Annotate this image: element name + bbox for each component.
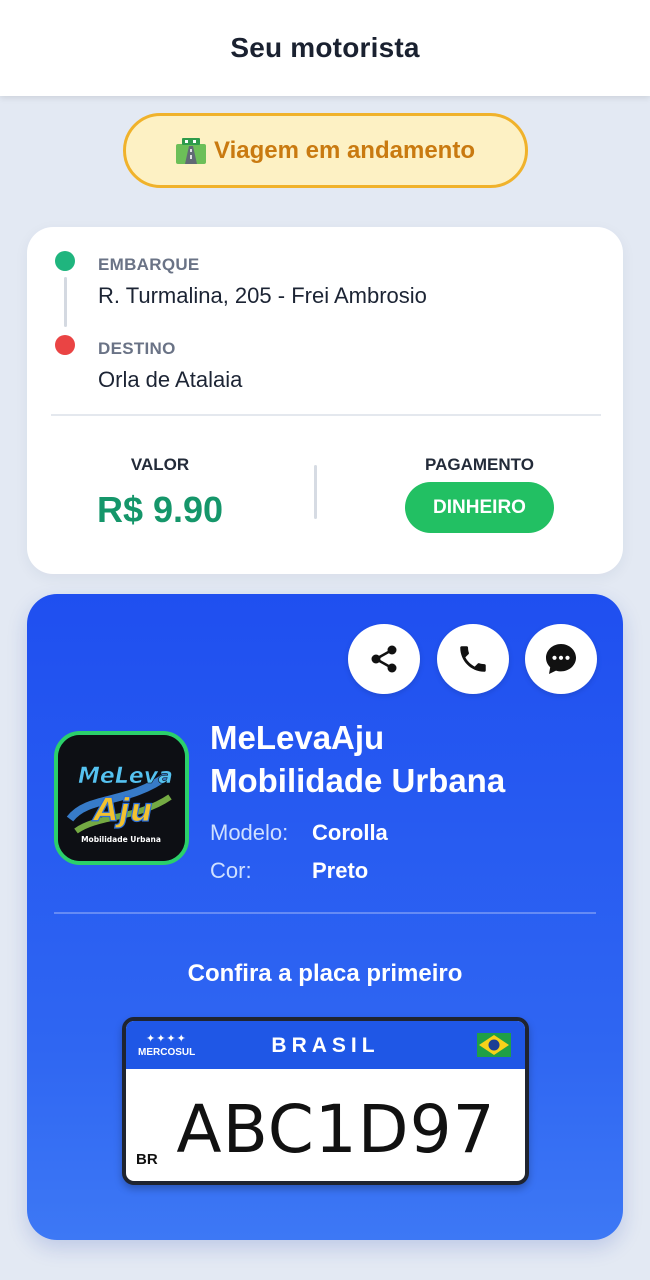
- chat-button[interactable]: [525, 624, 597, 694]
- plate-header: ✦✦✦✦ MERCOSUL BRASIL: [126, 1021, 525, 1069]
- plate-number: ABC1D97: [176, 1091, 496, 1168]
- route-connector: [64, 277, 67, 327]
- page-title: Seu motorista: [230, 32, 420, 63]
- route-card: EMBARQUE R. Turmalina, 205 - Frei Ambros…: [27, 227, 623, 574]
- plate-country-code: BR: [136, 1151, 158, 1168]
- top-bar: Seu motorista: [0, 0, 650, 96]
- road-icon: [176, 137, 206, 164]
- phone-icon: [460, 646, 486, 672]
- company-logo: MeLeva Aju Mobilidade Urbana: [54, 731, 189, 865]
- company-name-line1: MeLevaAju: [210, 719, 385, 756]
- company-logo-image: MeLeva Aju Mobilidade Urbana: [58, 735, 185, 861]
- color-label: Cor:: [210, 858, 252, 883]
- fare-value: R$ 9.90: [96, 489, 224, 530]
- license-plate: ✦✦✦✦ MERCOSUL BRASIL BR ABC1D97: [122, 1017, 529, 1185]
- trip-status-badge: Viagem em andamento: [123, 113, 528, 188]
- company-name: MeLevaAju Mobilidade Urbana: [210, 716, 610, 802]
- destination-label: DESTINO: [98, 339, 176, 358]
- share-icon: [371, 645, 397, 673]
- color-value: Preto: [312, 858, 369, 883]
- call-button[interactable]: [437, 624, 509, 694]
- chat-icon: [546, 644, 576, 674]
- destination-dot-icon: [55, 335, 75, 355]
- fare-separator: [314, 465, 317, 519]
- destination-address: Orla de Atalaia: [98, 367, 243, 392]
- plate-hint: Confira a placa primeiro: [187, 960, 463, 987]
- card-divider: [51, 414, 601, 416]
- share-button[interactable]: [348, 624, 420, 694]
- payment-method-badge: DINHEIRO: [405, 482, 554, 533]
- fare-label: VALOR: [130, 455, 190, 474]
- pickup-dot-icon: [55, 251, 75, 271]
- plate-country: BRASIL: [271, 1034, 380, 1057]
- logo-text-main: Aju: [91, 791, 153, 829]
- logo-text-sub: Mobilidade Urbana: [81, 835, 161, 844]
- driver-card: MeLeva Aju Mobilidade Urbana MeLevaAju M…: [27, 594, 623, 1240]
- logo-text-top: MeLeva: [78, 764, 173, 789]
- brazil-flag-icon: [477, 1033, 511, 1057]
- driver-card-divider: [54, 912, 596, 914]
- payment-label: PAGAMENTO: [425, 455, 534, 474]
- trip-status-label: Viagem em andamento: [214, 136, 475, 164]
- pickup-label: EMBARQUE: [98, 255, 200, 274]
- pickup-address: R. Turmalina, 205 - Frei Ambrosio: [98, 283, 427, 308]
- company-name-line2: Mobilidade Urbana: [210, 762, 506, 799]
- model-value: Corolla: [312, 820, 388, 845]
- model-label: Modelo:: [210, 820, 289, 845]
